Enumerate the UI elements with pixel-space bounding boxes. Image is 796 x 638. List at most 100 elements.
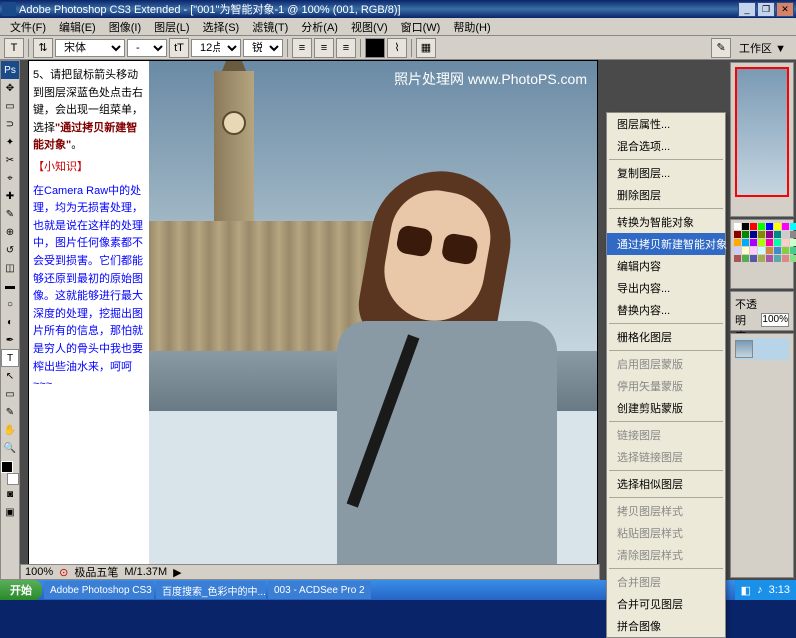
color-swatch[interactable] bbox=[750, 247, 757, 254]
color-swatch[interactable] bbox=[758, 223, 765, 230]
color-swatch[interactable] bbox=[750, 255, 757, 262]
pen-tool[interactable]: ✒ bbox=[1, 331, 19, 349]
context-menu-item[interactable]: 创建剪贴蒙版 bbox=[607, 397, 725, 419]
menu-image[interactable]: 图像(I) bbox=[103, 18, 147, 36]
brush-tool[interactable]: ✎ bbox=[1, 205, 19, 223]
antialias-select[interactable]: 锐利 bbox=[243, 39, 283, 57]
color-swatch[interactable] bbox=[758, 247, 765, 254]
char-palette-button[interactable]: ▦ bbox=[416, 38, 436, 58]
color-swatch[interactable] bbox=[782, 247, 789, 254]
swatches-panel[interactable] bbox=[730, 219, 794, 289]
eyedropper-tool[interactable]: ⌖ bbox=[1, 169, 19, 187]
minimize-button[interactable]: _ bbox=[738, 2, 756, 17]
healing-tool[interactable]: ✚ bbox=[1, 187, 19, 205]
task-button[interactable]: 百度搜索_色彩中的中... bbox=[156, 581, 266, 599]
color-swatch[interactable] bbox=[734, 255, 741, 262]
context-menu-item[interactable]: 导出内容... bbox=[607, 277, 725, 299]
tray-icon[interactable]: ♪ bbox=[757, 584, 763, 596]
menu-filter[interactable]: 滤镜(T) bbox=[246, 18, 294, 36]
layers-panel[interactable] bbox=[730, 333, 794, 578]
type-tool[interactable]: T bbox=[1, 349, 19, 367]
color-swatch[interactable] bbox=[742, 231, 749, 238]
color-swatch[interactable] bbox=[774, 239, 781, 246]
align-left-button[interactable]: ≡ bbox=[292, 38, 312, 58]
color-swatch[interactable] bbox=[790, 231, 796, 238]
history-brush-tool[interactable]: ↺ bbox=[1, 241, 19, 259]
context-menu-item[interactable]: 混合选项... bbox=[607, 135, 725, 157]
task-button[interactable]: 003 - ACDSee Pro 2 bbox=[268, 581, 371, 599]
color-swatch[interactable] bbox=[766, 231, 773, 238]
menu-analysis[interactable]: 分析(A) bbox=[295, 18, 344, 36]
move-tool[interactable]: ✥ bbox=[1, 79, 19, 97]
color-swatch[interactable] bbox=[766, 247, 773, 254]
color-swatch[interactable] bbox=[742, 239, 749, 246]
clock[interactable]: 3:13 bbox=[769, 584, 790, 596]
context-menu-item[interactable]: 栅格化图层 bbox=[607, 326, 725, 348]
color-swatch[interactable] bbox=[790, 255, 796, 262]
color-swatch[interactable] bbox=[750, 231, 757, 238]
gradient-tool[interactable]: ▬ bbox=[1, 277, 19, 295]
crop-tool[interactable]: ✂ bbox=[1, 151, 19, 169]
color-swatch[interactable] bbox=[734, 239, 741, 246]
screenmode-button[interactable]: ▣ bbox=[1, 503, 19, 521]
context-menu-item[interactable]: 编辑内容 bbox=[607, 255, 725, 277]
color-swatch[interactable] bbox=[774, 231, 781, 238]
workspace-menu[interactable]: 工作区 ▼ bbox=[733, 39, 792, 57]
context-menu-item[interactable]: 选择相似图层 bbox=[607, 473, 725, 495]
notes-tool[interactable]: ✎ bbox=[1, 403, 19, 421]
context-menu-item[interactable]: 删除图层 bbox=[607, 184, 725, 206]
status-zoom[interactable]: 100% bbox=[25, 566, 53, 578]
color-swatch[interactable] bbox=[774, 247, 781, 254]
layer-thumbnail[interactable] bbox=[735, 340, 753, 358]
background-color[interactable] bbox=[7, 473, 19, 485]
menu-select[interactable]: 选择(S) bbox=[197, 18, 246, 36]
color-swatch[interactable] bbox=[774, 255, 781, 262]
menu-edit[interactable]: 编辑(E) bbox=[53, 18, 102, 36]
context-menu-item[interactable]: 拼合图像 bbox=[607, 615, 725, 637]
context-menu-item[interactable]: 合并可见图层 bbox=[607, 593, 725, 615]
close-button[interactable]: ✕ bbox=[776, 2, 794, 17]
marquee-tool[interactable]: ▭ bbox=[1, 97, 19, 115]
color-swatch[interactable] bbox=[758, 255, 765, 262]
color-swatch[interactable] bbox=[782, 255, 789, 262]
align-right-button[interactable]: ≡ bbox=[336, 38, 356, 58]
orientation-button[interactable]: ⇅ bbox=[33, 38, 53, 58]
task-button[interactable]: Adobe Photoshop CS3 E... bbox=[44, 581, 154, 599]
menu-file[interactable]: 文件(F) bbox=[4, 18, 52, 36]
align-center-button[interactable]: ≡ bbox=[314, 38, 334, 58]
font-size-select[interactable]: 12点 bbox=[191, 39, 241, 57]
tray-icon[interactable]: ◧ bbox=[741, 584, 751, 597]
color-swatch[interactable] bbox=[750, 223, 757, 230]
document-window[interactable]: 5、请把鼠标箭头移动到图层深蓝色处点击右键，会出现一组菜单，选择"通过拷贝新建智… bbox=[28, 60, 598, 568]
quickmask-button[interactable]: ◙ bbox=[1, 485, 19, 503]
color-swatch[interactable] bbox=[766, 223, 773, 230]
layer-row[interactable] bbox=[735, 338, 789, 360]
menu-window[interactable]: 窗口(W) bbox=[395, 18, 447, 36]
font-style-select[interactable]: - bbox=[127, 39, 167, 57]
color-swatch[interactable] bbox=[790, 247, 796, 254]
color-swatch[interactable] bbox=[734, 231, 741, 238]
eraser-tool[interactable]: ◫ bbox=[1, 259, 19, 277]
context-menu-item[interactable]: 转换为智能对象 bbox=[607, 211, 725, 233]
dodge-tool[interactable]: ◐ bbox=[1, 313, 19, 331]
context-menu-item[interactable]: 通过拷贝新建智能对象 bbox=[607, 233, 725, 255]
color-swatch[interactable] bbox=[790, 223, 796, 230]
zoom-tool[interactable]: 🔍 bbox=[1, 439, 19, 457]
wand-tool[interactable]: ✦ bbox=[1, 133, 19, 151]
navigator-thumbnail[interactable] bbox=[735, 67, 789, 197]
shape-tool[interactable]: ▭ bbox=[1, 385, 19, 403]
text-color-button[interactable] bbox=[365, 38, 385, 58]
menu-layer[interactable]: 图层(L) bbox=[148, 18, 195, 36]
stamp-tool[interactable]: ⊕ bbox=[1, 223, 19, 241]
color-swatch[interactable] bbox=[782, 231, 789, 238]
opacity-input[interactable]: 100% bbox=[761, 313, 789, 327]
color-swatch[interactable] bbox=[742, 247, 749, 254]
text-tool-preset-icon[interactable]: T bbox=[4, 38, 24, 58]
hand-tool[interactable]: ✋ bbox=[1, 421, 19, 439]
path-tool[interactable]: ↖ bbox=[1, 367, 19, 385]
font-family-select[interactable]: 宋体 bbox=[55, 39, 125, 57]
context-menu-item[interactable]: 复制图层... bbox=[607, 162, 725, 184]
color-swatch[interactable] bbox=[782, 239, 789, 246]
color-swatches[interactable] bbox=[1, 461, 19, 485]
color-swatch[interactable] bbox=[758, 239, 765, 246]
